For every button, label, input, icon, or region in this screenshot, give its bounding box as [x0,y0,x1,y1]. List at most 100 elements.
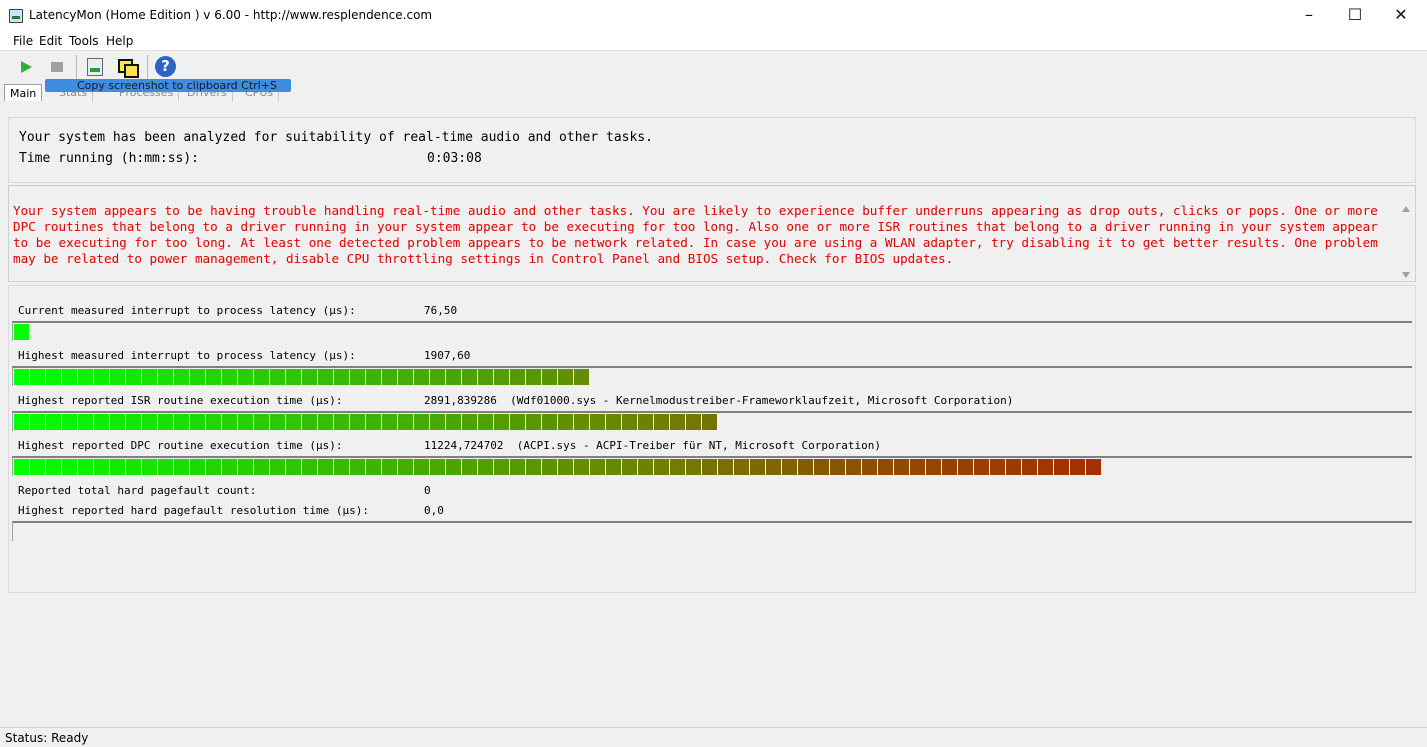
meter-segment [734,459,749,475]
meter-segment [398,459,413,475]
meter-segment [142,369,157,385]
time-running-value: 0:03:08 [427,151,482,166]
menu-help[interactable]: Help [106,34,133,48]
meter-segment [14,369,29,385]
menu-bar: File Edit Tools Help [0,32,1427,51]
scroll-down-arrow-icon[interactable] [1402,272,1410,278]
copy-screenshot-icon[interactable] [116,56,139,78]
meter-segment [14,459,29,475]
meter-segment [14,414,29,430]
meter-segment [1038,459,1053,475]
pagefault-count-value: 0 [424,484,431,497]
meter-segment [174,414,189,430]
meter-segment [190,414,205,430]
meter-segment [286,414,301,430]
meter-segment [238,369,253,385]
meter-segment [558,414,573,430]
menu-file[interactable]: File [13,34,33,48]
meter-segment [542,459,557,475]
meter-segment [414,459,429,475]
close-button[interactable]: ✕ [1378,0,1424,32]
stop-icon[interactable] [46,56,68,78]
conclusion-panel[interactable]: Your system appears to be having trouble… [8,185,1416,282]
meter-segment [526,369,541,385]
summary-panel: Your system has been analyzed for suitab… [8,117,1416,183]
meter-segment [542,414,557,430]
meter-segment [478,369,493,385]
status-text: Status: Ready [5,731,89,745]
meter-segment [206,459,221,475]
meter-segment [910,459,925,475]
meter-segment [238,459,253,475]
meter-segment [670,459,685,475]
meter-segment [158,459,173,475]
meter-segment [878,459,893,475]
meter-segment [526,414,541,430]
maximize-button[interactable]: ☐ [1332,0,1378,32]
current-latency-label: Current measured interrupt to process la… [18,304,356,317]
meter-segment [558,459,573,475]
meter-segment [1086,459,1101,475]
meter-segment [222,369,237,385]
meter-segment [686,459,701,475]
meter-segment [446,459,461,475]
meter-segment [62,459,77,475]
meter-segment [94,459,109,475]
meter-segment [62,369,77,385]
meter-segment [302,369,317,385]
meter-segment [1070,459,1085,475]
meter-segment [46,414,61,430]
copy-screenshot-tooltip: Copy screenshot to clipboard Ctrl+S [45,79,291,92]
help-icon[interactable] [155,56,177,78]
meter-segment [430,414,445,430]
meter-segment [334,369,349,385]
meter-segment [286,459,301,475]
meter-segment [958,459,973,475]
meter-segment [478,459,493,475]
menu-tools[interactable]: Tools [69,34,99,48]
meter-segment [510,369,525,385]
meter-segment [926,459,941,475]
report-icon[interactable] [84,56,106,78]
meter-segment [606,414,621,430]
scroll-up-arrow-icon[interactable] [1402,206,1410,212]
play-icon[interactable] [15,56,37,78]
meter-segment [638,414,653,430]
meter-segment [126,369,141,385]
meter-segment [702,459,717,475]
highest-latency-label: Highest measured interrupt to process la… [18,349,356,362]
meter-segment [30,459,45,475]
meter-segment [990,459,1005,475]
meter-segment [446,414,461,430]
meter-segment [222,414,237,430]
meter-segment [574,369,589,385]
meter-segment [334,459,349,475]
meter-segment [222,459,237,475]
meter-segment [670,414,685,430]
menu-edit[interactable]: Edit [39,34,62,48]
conclusion-text: Your system appears to be having trouble… [13,203,1378,266]
meter-segment [318,414,333,430]
minimize-button[interactable]: – [1286,0,1332,32]
meter-segment [366,459,381,475]
pagefault-time-label: Highest reported hard pagefault resoluti… [18,504,369,517]
meter-segment [46,369,61,385]
meter-segment [558,369,573,385]
meter-segment [446,369,461,385]
meter-segment [78,459,93,475]
highest-dpc-meter-fill [13,458,1116,476]
meter-segment [190,459,205,475]
meter-segment [158,414,173,430]
meter-segment [142,459,157,475]
tab-main[interactable]: Main [4,84,43,101]
meter-segment [702,414,717,430]
toolbar [0,51,1427,81]
highest-isr-meter [12,411,1412,431]
meter-segment [430,459,445,475]
meter-segment [542,369,557,385]
meter-segment [110,459,125,475]
metrics-panel: Current measured interrupt to process la… [8,285,1416,593]
meter-segment [1022,459,1037,475]
meter-segment [1006,459,1021,475]
meter-segment [30,414,45,430]
